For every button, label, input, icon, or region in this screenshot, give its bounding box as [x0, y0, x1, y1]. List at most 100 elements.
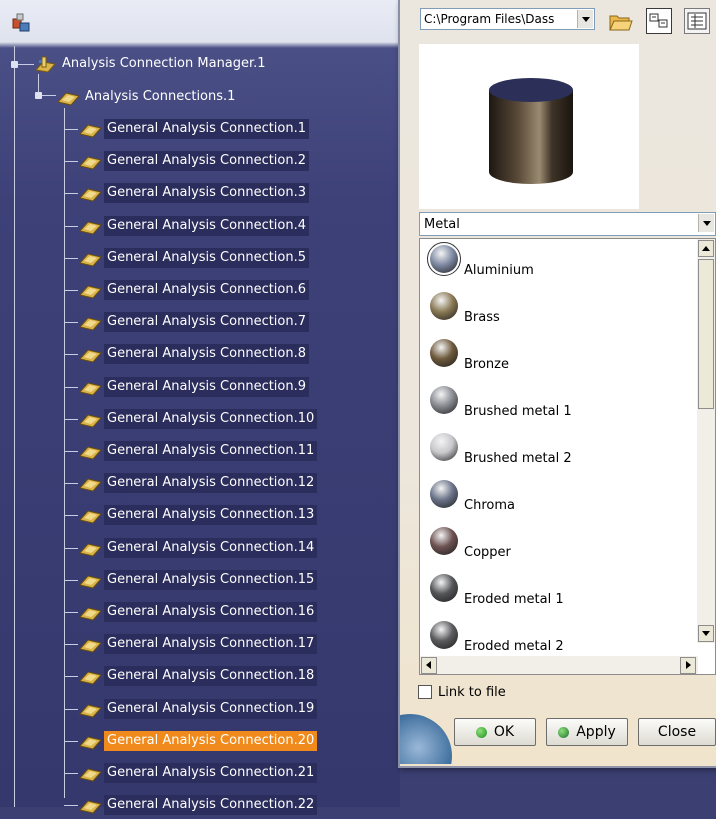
cylinder-preview-icon: [489, 78, 573, 184]
tree-node-connection-12[interactable]: General Analysis Connection.12: [78, 472, 318, 494]
analysis-connection-icon: [78, 441, 104, 461]
material-item[interactable]: Aluminium: [426, 241, 686, 285]
tree-branch-line: [64, 354, 78, 356]
chevron-down-icon[interactable]: [577, 10, 593, 28]
tree-node-analysis-connections[interactable]: Analysis Connections.1: [56, 86, 238, 108]
scroll-up-button[interactable]: [698, 240, 714, 257]
tree-node-label: General Analysis Connection.19: [104, 698, 318, 719]
apply-button[interactable]: Apply: [546, 718, 628, 746]
tree-node-label: General Analysis Connection.7: [104, 312, 310, 333]
material-item[interactable]: Eroded metal 1: [426, 570, 686, 614]
scroll-thumb[interactable]: [698, 259, 714, 409]
tree-branch-line: [64, 515, 78, 517]
tree-node-connection-manager[interactable]: Analysis Connection Manager.1: [33, 53, 269, 75]
details-list-icon: [687, 12, 707, 30]
tree-node-connection-17[interactable]: General Analysis Connection.17: [78, 633, 318, 655]
analysis-connection-icon: [78, 538, 104, 558]
material-list[interactable]: Aluminium Brass Bronze Brushed metal 1 Brush…: [419, 238, 716, 675]
analysis-connection-icon: [78, 634, 104, 654]
analysis-connection-icon: [56, 87, 82, 107]
link-to-file-checkbox[interactable]: [418, 685, 432, 699]
tree-node-connection-1[interactable]: General Analysis Connection.1: [78, 118, 310, 140]
tree-node-label: Analysis Connections.1: [85, 89, 236, 104]
material-item-label: Brushed metal 1: [464, 404, 572, 419]
tree-node-connection-13[interactable]: General Analysis Connection.13: [78, 504, 318, 526]
tree-node-label: General Analysis Connection.17: [104, 634, 318, 655]
tree-node-connection-16[interactable]: General Analysis Connection.16: [78, 601, 318, 623]
tree-node-label: General Analysis Connection.14: [104, 537, 318, 558]
list-view-button[interactable]: [646, 8, 672, 34]
tree-branch-line: [64, 708, 78, 710]
tree-node-connection-5[interactable]: General Analysis Connection.5: [78, 247, 310, 269]
link-to-file-label: Link to file: [438, 684, 506, 700]
scroll-left-button[interactable]: [421, 657, 437, 674]
library-path-combo[interactable]: C:\Program Files\Dass: [420, 8, 595, 30]
close-button[interactable]: Close: [638, 718, 716, 746]
analysis-connection-icon: [78, 795, 104, 815]
tree-node-connection-18[interactable]: General Analysis Connection.18: [78, 665, 318, 687]
tree-node-connection-21[interactable]: General Analysis Connection.21: [78, 762, 318, 784]
chevron-down-icon[interactable]: [698, 214, 714, 232]
tree-branch-line: [64, 644, 78, 646]
tree-node-connection-10[interactable]: General Analysis Connection.10: [78, 408, 318, 430]
ok-button[interactable]: OK: [454, 718, 536, 746]
tree-node-connection-15[interactable]: General Analysis Connection.15: [78, 569, 318, 591]
scroll-right-button[interactable]: [680, 657, 696, 674]
vertical-scrollbar[interactable]: [697, 239, 715, 643]
product-root-icon[interactable]: [11, 11, 33, 33]
material-item[interactable]: Copper: [426, 523, 686, 567]
material-item[interactable]: Brass: [426, 288, 686, 332]
material-item[interactable]: Chroma: [426, 476, 686, 520]
tree-node-label: General Analysis Connection.8: [104, 344, 310, 365]
material-item-label: Brushed metal 2: [464, 451, 572, 466]
tree-node-connection-22[interactable]: General Analysis Connection.22: [78, 794, 318, 816]
connection-manager-icon: [33, 54, 59, 74]
tree-node-connection-20[interactable]: General Analysis Connection.20: [78, 730, 318, 752]
details-view-button[interactable]: [684, 8, 710, 34]
tree-branch-line: [64, 161, 78, 163]
material-item-label: Copper: [464, 545, 511, 560]
tree-node-connection-4[interactable]: General Analysis Connection.4: [78, 215, 310, 237]
material-item[interactable]: Bronze: [426, 335, 686, 379]
apply-button-label: Apply: [576, 724, 616, 740]
tree-node-label: General Analysis Connection.21: [104, 763, 318, 783]
tree-node-connection-11[interactable]: General Analysis Connection.11: [78, 440, 318, 462]
open-folder-button[interactable]: [608, 8, 634, 34]
tree-node-connection-3[interactable]: General Analysis Connection.3: [78, 182, 310, 204]
scroll-down-button[interactable]: [698, 625, 714, 642]
material-sphere-icon: [430, 433, 458, 461]
material-sphere-icon: [430, 527, 458, 555]
analysis-connection-icon: [78, 151, 104, 171]
tree-node-connection-14[interactable]: General Analysis Connection.14: [78, 537, 318, 559]
tree-node-label: General Analysis Connection.3: [104, 183, 310, 204]
tree-node-connection-8[interactable]: General Analysis Connection.8: [78, 343, 310, 365]
analysis-connection-icon: [78, 602, 104, 622]
globe-decoration: [368, 708, 455, 798]
tree-node-label: General Analysis Connection.2: [104, 151, 310, 172]
material-item[interactable]: Brushed metal 1: [426, 382, 686, 426]
tree-node-connection-2[interactable]: General Analysis Connection.2: [78, 150, 310, 172]
analysis-connection-icon: [78, 248, 104, 268]
ok-button-label: OK: [493, 724, 515, 740]
tree-node-label: General Analysis Connection.16: [104, 602, 318, 622]
tree-node-connection-6[interactable]: General Analysis Connection.6: [78, 279, 310, 301]
material-item[interactable]: Brushed metal 2: [426, 429, 686, 473]
analysis-connection-icon: [78, 377, 104, 397]
tree-branch-line: [64, 129, 78, 130]
material-item[interactable]: Eroded metal 2: [426, 617, 686, 661]
tree-node-connection-7[interactable]: General Analysis Connection.7: [78, 311, 310, 333]
collapse-toggle[interactable]: [35, 92, 42, 99]
horizontal-scrollbar[interactable]: [420, 656, 698, 674]
material-category-combo[interactable]: Metal: [419, 212, 716, 236]
tree-branch-line: [64, 805, 78, 807]
tree-node-connection-19[interactable]: General Analysis Connection.19: [78, 698, 318, 720]
tree-node-label: General Analysis Connection.4: [104, 215, 310, 236]
material-category-value: Metal: [424, 217, 460, 232]
tree-node-label: General Analysis Connection.20: [104, 730, 318, 751]
link-to-file-option[interactable]: Link to file: [418, 683, 506, 701]
collapse-toggle[interactable]: [11, 61, 18, 68]
tree-node-label: General Analysis Connection.12: [104, 473, 318, 494]
analysis-connection-icon: [78, 280, 104, 300]
tree-node-connection-9[interactable]: General Analysis Connection.9: [78, 376, 310, 398]
tree-branch-line: [64, 483, 78, 485]
